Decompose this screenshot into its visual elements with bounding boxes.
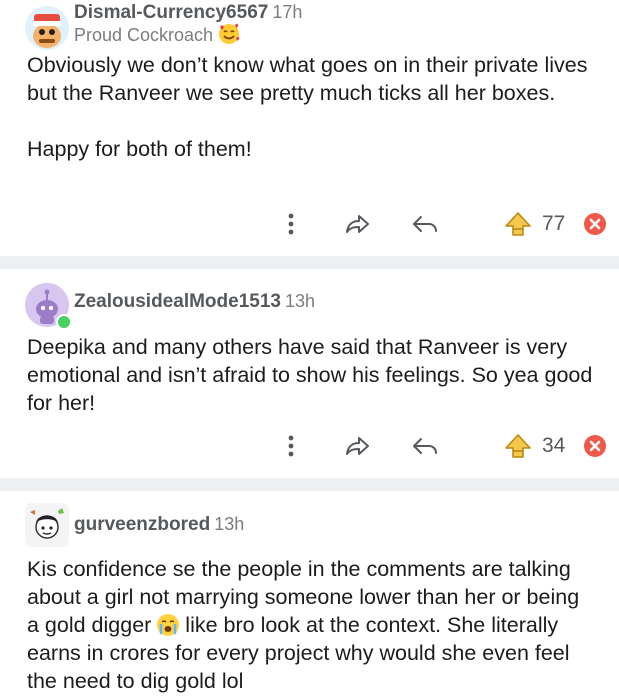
more-options-button[interactable] <box>276 208 306 240</box>
username[interactable]: ZealousidealMode1513 <box>74 291 281 312</box>
share-button[interactable] <box>340 208 374 240</box>
upvote-icon <box>505 434 531 458</box>
reply-icon <box>413 438 437 454</box>
upvote-icon <box>505 212 531 236</box>
avatar[interactable] <box>25 503 69 547</box>
more-vertical-icon <box>288 213 294 235</box>
vote-score: 34 <box>542 434 566 457</box>
vote-score: 77 <box>542 212 566 235</box>
comment-2: ZealousidealMode1513 13h Deepika and many… <box>0 269 619 478</box>
flair-text: Proud Cockroach <box>74 25 214 45</box>
more-vertical-icon <box>288 435 294 457</box>
downvote-button[interactable] <box>582 430 608 462</box>
timestamp: 13h <box>284 291 316 311</box>
comment-separator <box>0 478 619 491</box>
avatar-image <box>25 6 69 50</box>
comment-separator <box>0 256 619 269</box>
username[interactable]: gurveenzbored <box>74 514 210 535</box>
comment-body: Kis confidence se the people in the comm… <box>27 555 597 695</box>
comment-1: Dismal-Currency6567 17h Proud Cockroach O… <box>0 0 619 255</box>
username-row: gurveenzbored 13h <box>74 514 244 536</box>
online-indicator <box>56 314 72 330</box>
avatar-image <box>25 503 69 547</box>
comment-3: gurveenzbored 13h Kis confidence se the p… <box>0 491 619 700</box>
reply-button[interactable] <box>408 430 442 462</box>
downvote-button[interactable] <box>582 208 608 240</box>
downvote-icon <box>584 435 606 457</box>
comment-actions: 77 <box>0 208 619 240</box>
user-flair: Proud Cockroach <box>74 23 240 46</box>
downvote-icon <box>584 213 606 235</box>
timestamp: 17h <box>272 2 303 22</box>
comment-actions: 34 <box>0 430 619 462</box>
username[interactable]: Dismal-Currency6567 <box>74 2 268 23</box>
crying-face-icon <box>157 614 180 636</box>
share-icon <box>346 215 369 233</box>
reply-button[interactable] <box>408 208 442 240</box>
avatar[interactable] <box>25 6 69 50</box>
comment-paragraph: Deepika and many others have said that R… <box>27 335 593 415</box>
share-button[interactable] <box>340 430 374 462</box>
upvote-button[interactable] <box>503 208 533 240</box>
timestamp: 13h <box>214 514 245 534</box>
comment-body: Obviously we don’t know what goes on in … <box>27 51 597 163</box>
comment-body: Deepika and many others have said that R… <box>27 333 597 417</box>
comment-paragraph: Obviously we don’t know what goes on in … <box>27 53 588 105</box>
username-row: ZealousidealMode1513 13h <box>74 291 315 313</box>
upvote-button[interactable] <box>503 430 533 462</box>
comment-paragraph: Happy for both of them! <box>27 137 252 161</box>
smiling-face-hearts-icon <box>219 23 240 44</box>
username-row: Dismal-Currency6567 17h <box>74 2 302 24</box>
share-icon <box>346 437 369 455</box>
more-options-button[interactable] <box>276 430 306 462</box>
reply-icon <box>413 216 437 232</box>
